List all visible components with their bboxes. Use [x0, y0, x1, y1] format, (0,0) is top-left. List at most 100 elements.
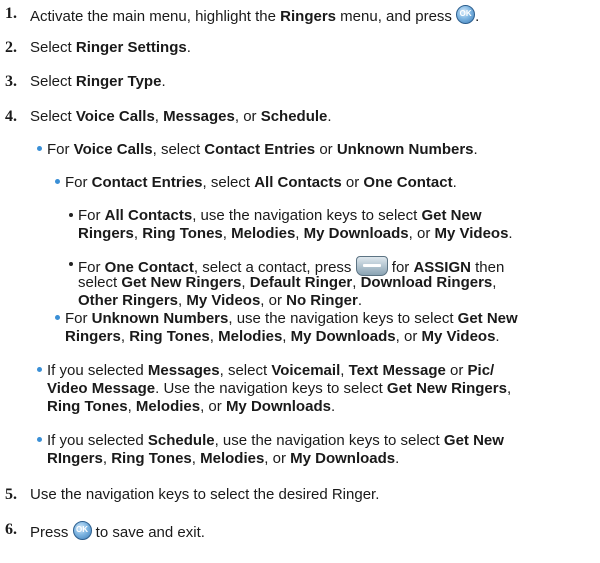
step-number: 6.: [5, 521, 17, 538]
step-text-part: , or: [234, 108, 261, 125]
option-name: Voicemail: [271, 362, 341, 379]
step-text-part: .: [475, 8, 480, 25]
option-name: One Contact: [363, 174, 453, 191]
text-part: , use the navigation keys to select: [214, 432, 444, 449]
sub-bullet-text: For Unknown Numbers, use the navigation …: [65, 310, 518, 328]
option-name: My Downloads: [225, 398, 331, 415]
menu-name: Messages: [163, 108, 235, 125]
option-name: Get New Ringers: [121, 274, 242, 291]
menu-name: Voice Calls: [75, 108, 155, 125]
text-part: , select: [152, 141, 205, 158]
option-name: Melodies: [231, 225, 296, 242]
left-softkey-icon: [355, 256, 388, 276]
option-name: Melodies: [218, 328, 283, 345]
text-part: ,: [222, 225, 232, 242]
option-name: My Videos: [186, 292, 261, 309]
text-part: ,: [340, 362, 349, 379]
text-part: For: [65, 310, 92, 327]
step-text-part: .: [327, 108, 332, 125]
sub-bullet-text: For All Contacts, use the navigation key…: [78, 207, 482, 225]
step-text-part: Activate the main menu, highlight the: [30, 8, 281, 25]
option-name: All Contacts: [104, 207, 193, 224]
text-part: or: [315, 141, 337, 158]
text-part: . Use the navigation keys to select: [155, 380, 387, 397]
option-name: Ring Tones: [142, 225, 223, 242]
bullet-icon: [55, 315, 60, 320]
option-name: Download Ringers: [360, 274, 493, 291]
step-text-part: .: [161, 73, 166, 90]
text-part: ,: [506, 380, 512, 397]
option-name: Contact Entries: [91, 174, 203, 191]
sub-bullet-text-cont: select Get New Ringers, Default Ringer, …: [78, 274, 496, 292]
text-part: ,: [282, 328, 291, 345]
text-part: , or: [264, 450, 291, 467]
option-name: My Downloads: [290, 450, 396, 467]
sub-bullet-text-cont: Ringers, Ring Tones, Melodies, My Downlo…: [78, 225, 513, 243]
step-text: Activate the main menu, highlight the Ri…: [30, 5, 479, 26]
option-name: Get New Ringers: [386, 380, 507, 397]
option-name: Messages: [147, 362, 220, 379]
menu-name: Schedule: [260, 108, 328, 125]
option-name: Unknown Numbers: [91, 310, 229, 327]
text-part: For: [47, 141, 74, 158]
step-text-part: Select: [30, 73, 76, 90]
text-part: .: [495, 328, 500, 345]
text-part: ,: [295, 225, 304, 242]
text-part: ,: [102, 450, 112, 467]
sub-bullet-text: For Voice Calls, select Contact Entries …: [47, 141, 478, 159]
step-number: 5.: [5, 486, 17, 503]
option-name: RIngers: [47, 450, 103, 467]
ok-icon-label: OK: [76, 525, 89, 534]
step-text-part: to save and exit.: [91, 524, 205, 541]
option-name: Ring Tones: [129, 328, 210, 345]
menu-name: Ringers: [280, 8, 337, 25]
text-part: .: [473, 141, 478, 158]
text-part: If you selected: [47, 362, 148, 379]
option-name: Get New: [421, 207, 482, 224]
option-name: Get New: [457, 310, 518, 327]
option-name: Voice Calls: [73, 141, 153, 158]
sub-bullet-text-cont: Ring Tones, Melodies, or My Downloads.: [47, 398, 335, 416]
text-part: ,: [209, 328, 219, 345]
bullet-icon: [37, 367, 42, 372]
text-part: , use the navigation keys to select: [192, 207, 422, 224]
step-text-part: Select: [30, 108, 76, 125]
text-part: .: [330, 398, 336, 415]
option-name: Melodies: [200, 450, 265, 467]
option-name: Pic/: [467, 362, 495, 379]
step-number: 4.: [5, 108, 17, 125]
text-part: , or: [260, 292, 287, 309]
text-part: , select: [219, 362, 272, 379]
step-text-part: Use the navigation keys to select the de…: [30, 486, 380, 503]
option-name: No Ringer: [286, 292, 358, 309]
option-name: Ring Tones: [47, 398, 128, 415]
sub-bullet-text-cont: Other Ringers, My Videos, or No Ringer.: [78, 292, 362, 310]
text-part: .: [508, 225, 513, 242]
step-text-part: Select: [30, 39, 76, 56]
sub-bullet-text: If you selected Messages, select Voicema…: [47, 362, 494, 380]
sub-bullet-text-cont: Video Message. Use the navigation keys t…: [47, 380, 511, 398]
text-part: select: [78, 274, 122, 291]
text-part: , or: [395, 328, 422, 345]
step-text: Press OK to save and exit.: [30, 521, 205, 542]
option-name: Other Ringers: [78, 292, 179, 309]
text-part: , select: [202, 174, 255, 191]
ok-button-icon: OK: [456, 5, 476, 24]
menu-name: Ringer Type: [75, 73, 162, 90]
step-text-part: .: [186, 39, 191, 56]
option-name: Ringers: [78, 225, 134, 242]
text-part: For: [78, 207, 105, 224]
bullet-icon: [37, 437, 42, 442]
option-name: Get New: [443, 432, 504, 449]
option-name: All Contacts: [254, 174, 342, 191]
option-name: My Videos: [434, 225, 509, 242]
step-text: Select Ringer Settings.: [30, 39, 191, 57]
sub-bullet-text-cont: RIngers, Ring Tones, Melodies, or My Dow…: [47, 450, 399, 468]
text-part: .: [452, 174, 457, 191]
bullet-icon: [69, 213, 73, 217]
option-name: Text Message: [348, 362, 446, 379]
option-name: Default Ringer: [249, 274, 353, 291]
text-part: ,: [120, 328, 130, 345]
step-text-part: Press: [30, 524, 73, 541]
option-name: Schedule: [147, 432, 215, 449]
